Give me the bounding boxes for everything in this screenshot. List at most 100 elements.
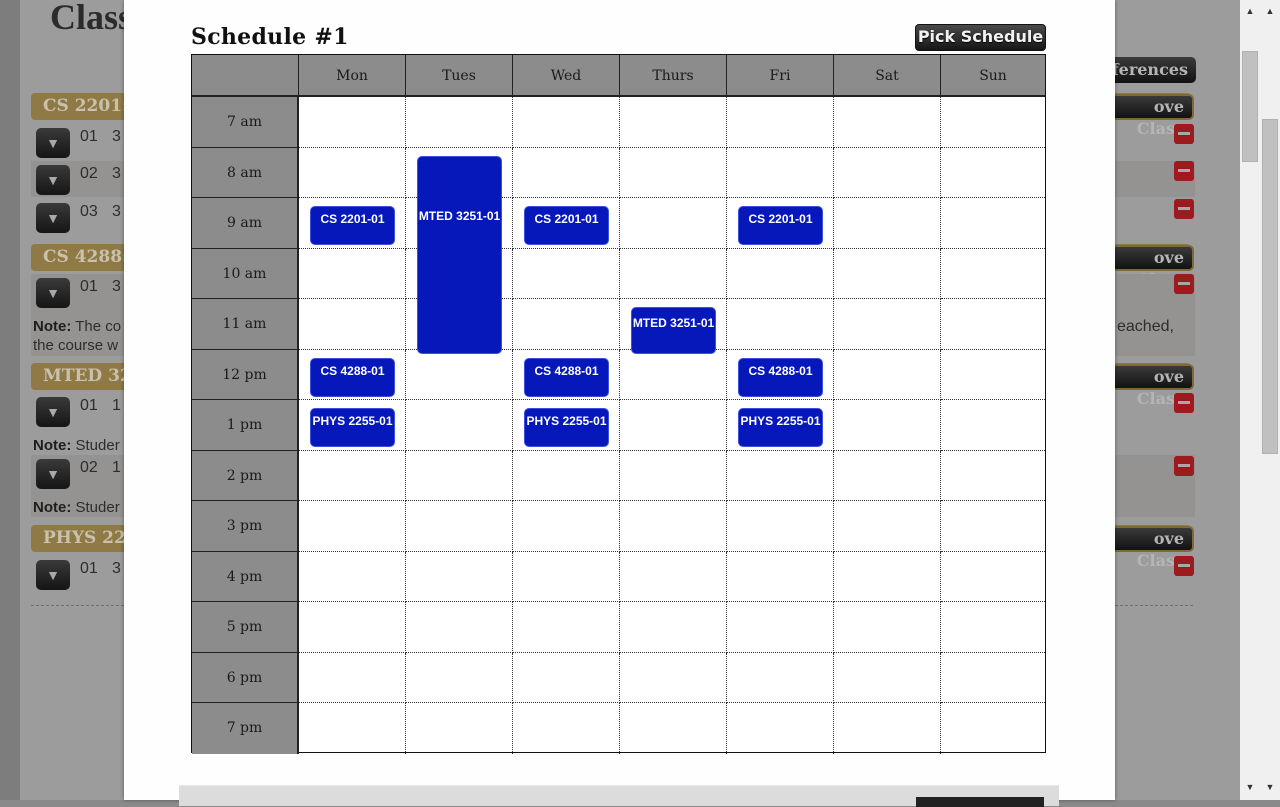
course-block-cs-4288-01[interactable]: CS 4288-01 — [524, 358, 609, 397]
scroll-down-icon[interactable]: ▼ — [1260, 778, 1280, 796]
schedule-cell[interactable] — [299, 97, 406, 148]
remove-section-icon[interactable] — [1174, 456, 1194, 476]
schedule-cell[interactable] — [727, 501, 834, 552]
schedule-cell[interactable] — [834, 552, 941, 602]
schedule-cell[interactable] — [834, 249, 941, 299]
course-block-cs-2201-01[interactable]: CS 2201-01 — [524, 206, 609, 245]
schedule-cell[interactable] — [406, 602, 513, 653]
schedule-cell[interactable] — [834, 703, 941, 754]
remove-section-icon[interactable] — [1174, 124, 1194, 144]
scroll-thumb[interactable] — [1242, 51, 1258, 162]
schedule-cell[interactable] — [727, 653, 834, 703]
schedule-cell[interactable] — [620, 501, 727, 552]
course-block-phys-2255-01[interactable]: PHYS 2255-01 — [738, 408, 823, 447]
pick-schedule-button[interactable]: Pick Schedule — [915, 24, 1046, 51]
schedule-cell[interactable] — [834, 602, 941, 653]
schedule-cell[interactable] — [727, 703, 834, 754]
schedule-cell[interactable] — [727, 552, 834, 602]
remove-section-icon[interactable] — [1174, 556, 1194, 576]
schedule-cell[interactable] — [513, 451, 620, 501]
schedule-cell[interactable] — [406, 400, 513, 451]
schedule-cell[interactable] — [620, 249, 727, 299]
schedule-cell[interactable] — [406, 350, 513, 400]
remove-section-icon[interactable] — [1174, 161, 1194, 181]
remove-section-icon[interactable] — [1174, 393, 1194, 413]
remove-section-icon[interactable] — [1174, 199, 1194, 219]
expand-button[interactable]: ▼ — [36, 560, 70, 590]
schedule-cell[interactable] — [299, 451, 406, 501]
schedule-cell[interactable] — [620, 653, 727, 703]
schedule-cell[interactable] — [406, 552, 513, 602]
schedule-cell[interactable] — [834, 501, 941, 552]
expand-button[interactable]: ▼ — [36, 397, 70, 427]
scroll-down-icon[interactable]: ▼ — [1240, 778, 1260, 796]
schedule-cell[interactable] — [299, 703, 406, 754]
schedule-cell[interactable] — [834, 97, 941, 148]
course-block-phys-2255-01[interactable]: PHYS 2255-01 — [310, 408, 395, 447]
schedule-cell[interactable] — [406, 703, 513, 754]
schedule-cell[interactable] — [727, 148, 834, 198]
schedule-cell[interactable] — [941, 299, 1045, 350]
schedule-cell[interactable] — [941, 552, 1045, 602]
schedule-cell[interactable] — [513, 501, 620, 552]
schedule-cell[interactable] — [620, 400, 727, 451]
schedule-cell[interactable] — [620, 148, 727, 198]
schedule-cell[interactable] — [941, 350, 1045, 400]
schedule-cell[interactable] — [299, 653, 406, 703]
schedule-cell[interactable] — [834, 400, 941, 451]
schedule-cell[interactable] — [727, 97, 834, 148]
schedule-cell[interactable] — [834, 148, 941, 198]
schedule-cell[interactable] — [620, 451, 727, 501]
scroll-thumb[interactable] — [1262, 119, 1278, 454]
schedule-cell[interactable] — [941, 653, 1045, 703]
schedule-cell[interactable] — [513, 552, 620, 602]
schedule-cell[interactable] — [299, 249, 406, 299]
schedule-cell[interactable] — [834, 350, 941, 400]
schedule-cell[interactable] — [941, 501, 1045, 552]
schedule-cell[interactable] — [941, 249, 1045, 299]
expand-button[interactable]: ▼ — [36, 128, 70, 158]
schedule-cell[interactable] — [727, 249, 834, 299]
schedule-cell[interactable] — [299, 501, 406, 552]
schedule-cell[interactable] — [513, 249, 620, 299]
schedule-cell[interactable] — [406, 501, 513, 552]
course-block-mted-3251-01[interactable]: MTED 3251-01 — [417, 156, 502, 354]
course-block-cs-2201-01[interactable]: CS 2201-01 — [310, 206, 395, 245]
schedule-cell[interactable] — [941, 148, 1045, 198]
expand-button[interactable]: ▼ — [36, 203, 70, 233]
schedule-cell[interactable] — [620, 198, 727, 249]
schedule-cell[interactable] — [513, 653, 620, 703]
modal-scrollbar[interactable]: ▲ ▼ — [1240, 0, 1260, 800]
schedule-cell[interactable] — [941, 198, 1045, 249]
schedule-cell[interactable] — [299, 552, 406, 602]
schedule-cell[interactable] — [620, 602, 727, 653]
course-block-mted-3251-01[interactable]: MTED 3251-01 — [631, 307, 716, 354]
scroll-up-icon[interactable]: ▲ — [1260, 2, 1280, 20]
remove-section-icon[interactable] — [1174, 274, 1194, 294]
course-block-phys-2255-01[interactable]: PHYS 2255-01 — [524, 408, 609, 447]
schedule-cell[interactable] — [620, 350, 727, 400]
schedule-cell[interactable] — [834, 451, 941, 501]
expand-button[interactable]: ▼ — [36, 278, 70, 308]
schedule-cell[interactable] — [941, 400, 1045, 451]
schedule-cell[interactable] — [299, 299, 406, 350]
scroll-up-icon[interactable]: ▲ — [1240, 2, 1260, 20]
course-block-cs-2201-01[interactable]: CS 2201-01 — [738, 206, 823, 245]
schedule-cell[interactable] — [727, 299, 834, 350]
schedule-cell[interactable] — [513, 148, 620, 198]
schedule-cell[interactable] — [941, 703, 1045, 754]
schedule-cell[interactable] — [513, 602, 620, 653]
schedule-cell[interactable] — [406, 97, 513, 148]
schedule-cell[interactable] — [727, 451, 834, 501]
expand-button[interactable]: ▼ — [36, 459, 70, 489]
expand-button[interactable]: ▼ — [36, 165, 70, 195]
schedule-cell[interactable] — [834, 653, 941, 703]
schedule-cell[interactable] — [941, 97, 1045, 148]
schedule-cell[interactable] — [406, 451, 513, 501]
course-block-cs-4288-01[interactable]: CS 4288-01 — [310, 358, 395, 397]
schedule-cell[interactable] — [941, 451, 1045, 501]
schedule-cell[interactable] — [513, 97, 620, 148]
schedule-cell[interactable] — [513, 299, 620, 350]
schedule-cell[interactable] — [406, 653, 513, 703]
footer-button[interactable] — [916, 797, 1044, 807]
